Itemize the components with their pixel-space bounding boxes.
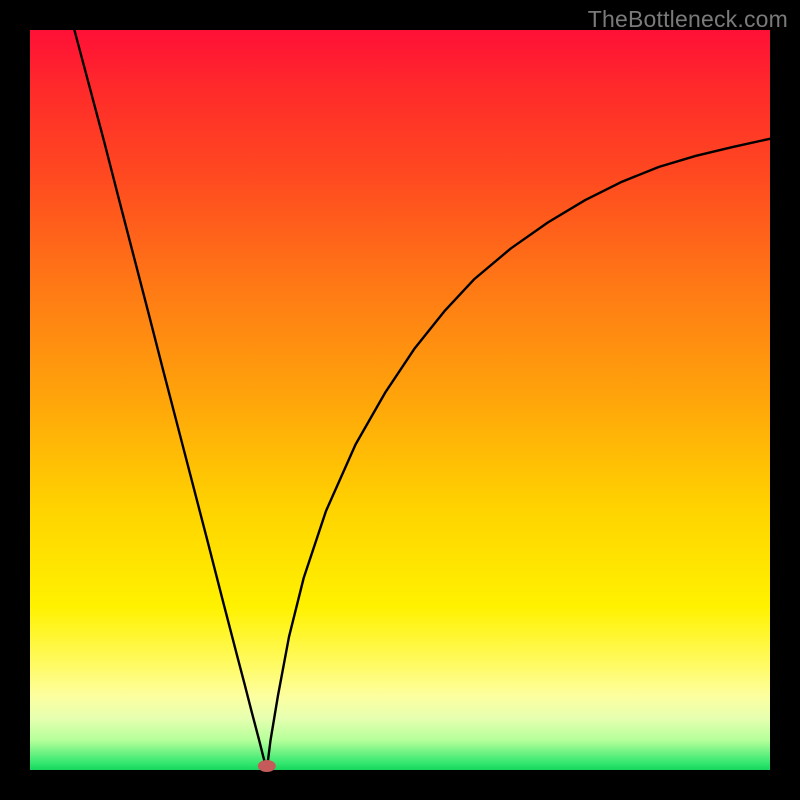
chart-frame: TheBottleneck.com — [0, 0, 800, 800]
watermark-text: TheBottleneck.com — [588, 6, 788, 33]
bottleneck-line-chart — [30, 30, 770, 770]
minimum-marker — [258, 760, 276, 772]
bottleneck-curve-path — [74, 30, 770, 770]
